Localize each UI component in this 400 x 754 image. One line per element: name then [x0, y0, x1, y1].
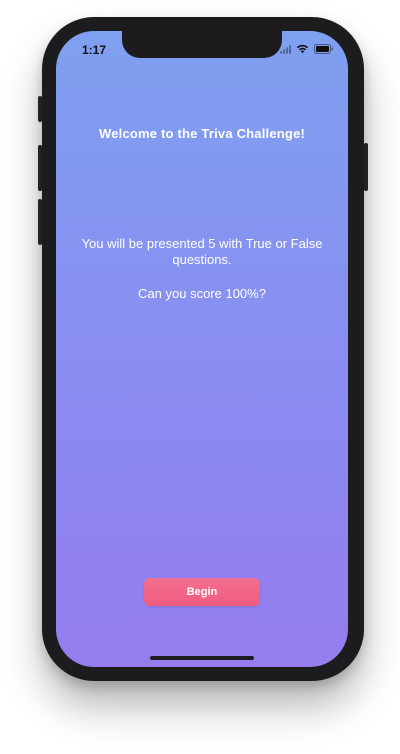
- wifi-icon: [296, 44, 309, 54]
- phone-frame: 1:17 Welcome to the Triva Challenge! You…: [42, 17, 364, 681]
- page-title: Welcome to the Triva Challenge!: [98, 126, 306, 141]
- status-time: 1:17: [82, 43, 107, 57]
- power-button: [364, 143, 368, 191]
- notch: [122, 31, 282, 58]
- device-stage: 1:17 Welcome to the Triva Challenge! You…: [0, 0, 400, 754]
- app-screen: 1:17 Welcome to the Triva Challenge! You…: [56, 31, 348, 667]
- begin-button[interactable]: Begin: [144, 578, 260, 606]
- challenge-question: Can you score 100%?: [138, 286, 266, 301]
- signal-icon: [280, 44, 291, 54]
- intro-text: You will be presented 5 with True or Fal…: [81, 236, 323, 267]
- status-icons: [280, 43, 334, 55]
- home-indicator[interactable]: [150, 656, 254, 660]
- battery-icon: [314, 44, 334, 54]
